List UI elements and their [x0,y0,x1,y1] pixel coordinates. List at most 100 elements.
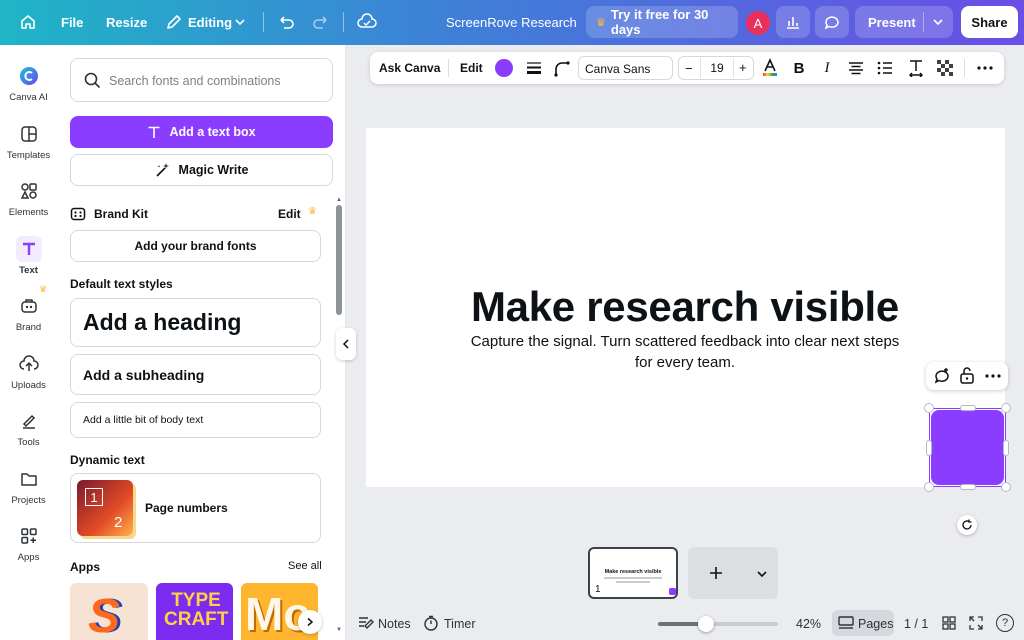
rail-item-templates[interactable]: Templates [0,119,57,169]
text-icon [148,126,160,138]
corner-rounding-icon[interactable] [552,58,572,78]
page-numbers-label: Page numbers [145,501,228,515]
rail-item-text[interactable]: Text [0,234,57,284]
collapse-panel-button[interactable] [336,328,356,360]
resize-handle[interactable] [960,405,976,411]
editing-mode-dropdown[interactable]: Editing [188,15,232,30]
add-comment-icon[interactable] [933,367,951,385]
resize-handle[interactable] [924,403,934,413]
brand-kit-icon [70,207,86,221]
canvas-heading[interactable]: Make research visible [0,283,1024,331]
page-numbers-card[interactable]: 1 2 Page numbers [70,473,321,543]
resize-handle[interactable] [1001,482,1011,492]
resize-menu[interactable]: Resize [106,15,147,30]
analytics-button[interactable] [776,6,810,38]
magic-write-button[interactable]: Magic Write [70,154,333,186]
zoom-slider[interactable] [658,616,778,632]
rail-item-uploads[interactable]: Uploads [0,349,57,399]
brand-kit-edit-link[interactable]: Edit [278,207,301,221]
avatar[interactable]: A [746,11,770,35]
chevron-down-icon[interactable] [230,12,250,32]
more-options-icon[interactable] [975,58,995,78]
align-center-icon[interactable] [846,58,866,78]
add-brand-fonts-button[interactable]: Add your brand fonts [70,230,321,262]
dynamic-text-title: Dynamic text [70,453,145,467]
fullscreen-icon[interactable] [969,616,983,630]
undo-icon[interactable] [276,12,296,32]
pages-button[interactable]: Pages [832,610,894,636]
brand-kit-row: Brand Kit Edit ♛ [70,206,333,222]
rail-item-projects[interactable]: Projects [0,464,57,514]
present-button[interactable]: Present [855,6,953,38]
rotate-icon [962,519,972,530]
page-thumbnail[interactable]: Make research visible 1 [588,547,678,599]
help-button[interactable]: ? [996,614,1014,632]
border-weight-icon[interactable] [524,58,544,78]
resize-handle[interactable] [1003,440,1009,456]
search-input[interactable]: Search fonts and combinations [70,58,333,102]
lock-icon[interactable] [959,366,975,384]
grid-view-icon[interactable] [942,616,956,630]
timer-icon[interactable] [423,615,439,631]
home-icon[interactable] [18,12,38,32]
resize-handle[interactable] [924,482,934,492]
add-body-text-card[interactable]: Add a little bit of body text [70,402,321,438]
crown-icon: ♛ [596,16,606,29]
share-button[interactable]: Share [961,6,1018,38]
zoom-slider-thumb[interactable] [698,616,714,632]
redo-icon[interactable] [311,12,331,32]
apps-next-button[interactable] [298,610,322,634]
timer-button[interactable]: Timer [444,617,475,631]
ask-canva-button[interactable]: Ask Canva [379,61,440,75]
notes-button[interactable]: Notes [378,617,411,631]
font-size-stepper[interactable]: − 19 + [678,56,754,80]
increase-font-size-button[interactable]: + [739,60,747,75]
font-family-dropdown[interactable]: Canva Sans [578,56,673,80]
bold-icon[interactable]: B [789,58,809,78]
crown-icon: ♛ [308,206,317,217]
cloud-saved-icon[interactable] [357,12,377,32]
rotate-handle[interactable] [957,515,977,535]
resize-handle[interactable] [960,484,976,490]
rail-item-apps[interactable]: Apps [0,521,57,571]
transparency-icon[interactable] [935,58,955,78]
page-count: 1 / 1 [904,617,929,631]
rail-item-tools[interactable]: Tools [0,406,57,456]
app-tile[interactable]: TYPE CRAFT [156,583,233,640]
canvas-body-text[interactable]: Capture the signal. Turn scattered feedb… [462,331,908,373]
rail-item-canva-ai[interactable]: Canva AI [0,61,57,111]
rail-item-elements[interactable]: Elements [0,176,57,226]
add-page-button[interactable] [688,547,778,599]
text-icon [15,236,42,262]
italic-icon[interactable]: I [817,58,837,78]
add-subheading-card[interactable]: Add a subheading [70,354,321,395]
comments-button[interactable] [815,6,849,38]
pages-icon [838,616,854,629]
projects-icon [18,468,40,490]
add-text-box-button[interactable]: Add a text box [70,116,333,148]
decrease-font-size-button[interactable]: − [685,61,693,76]
comment-icon [824,16,839,30]
list-icon[interactable] [875,58,895,78]
resize-handle[interactable] [1001,403,1011,413]
chevron-down-icon[interactable] [756,569,768,579]
document-title[interactable]: ScreenRove Research [446,15,577,30]
zoom-level[interactable]: 42% [796,617,821,631]
scroll-down-icon[interactable]: ▼ [336,627,342,633]
font-size-value[interactable]: 19 [701,61,733,75]
more-options-icon[interactable] [985,374,1001,378]
edit-button[interactable]: Edit [460,61,483,75]
color-swatch-button[interactable] [494,58,514,78]
text-color-icon[interactable] [760,58,780,78]
scroll-up-icon[interactable]: ▲ [336,197,342,203]
notes-icon[interactable] [358,616,374,630]
file-menu[interactable]: File [61,15,83,30]
purple-shape[interactable] [931,410,1004,485]
chevron-down-icon[interactable] [932,16,944,28]
app-tile[interactable]: S [70,583,148,640]
text-panel: Search fonts and combinations Add a text… [57,45,346,640]
trial-button[interactable]: ♛ Try it free for 30 days [586,6,738,38]
spacing-icon[interactable] [906,58,926,78]
resize-handle[interactable] [926,440,932,456]
see-all-link[interactable]: See all [288,560,322,572]
